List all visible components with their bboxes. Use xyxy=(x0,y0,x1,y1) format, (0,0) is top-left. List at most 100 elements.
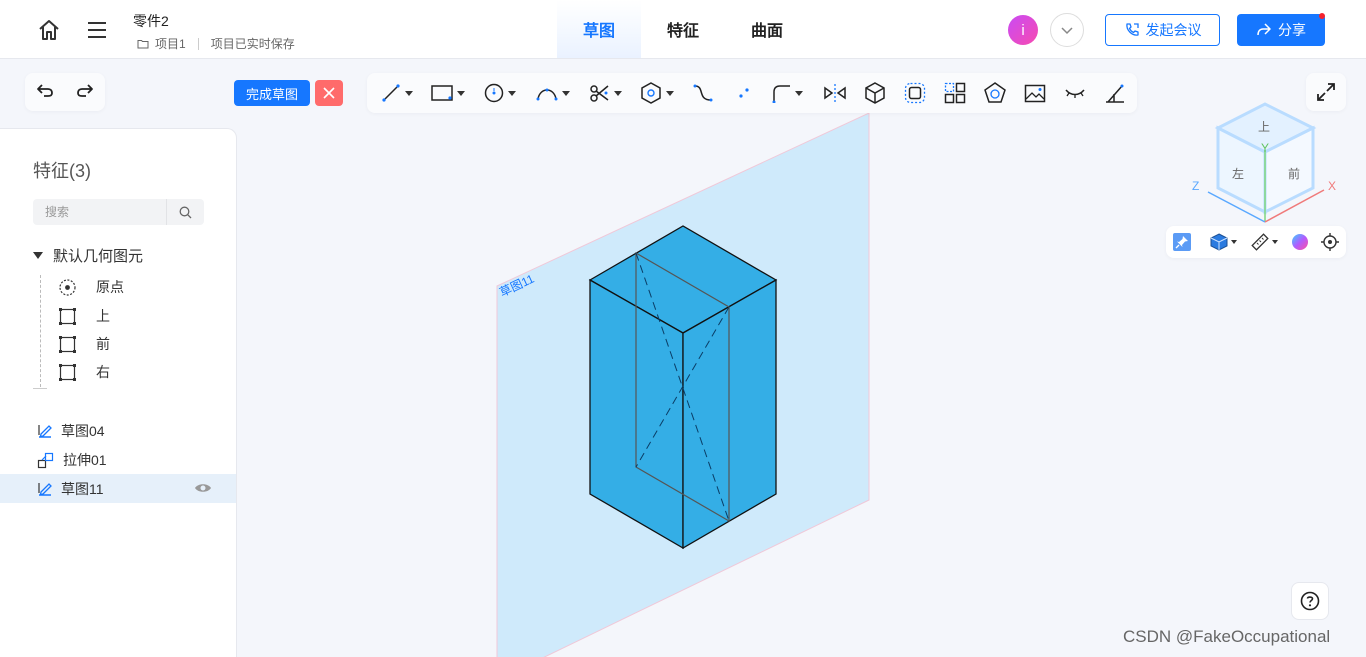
tree-node-default-geometry[interactable]: 默认几何图元 xyxy=(33,245,143,266)
feature-item-sketch04[interactable]: 草图04 xyxy=(0,416,236,445)
close-icon xyxy=(323,87,335,99)
help-button[interactable] xyxy=(1291,582,1329,620)
mirror-tool[interactable] xyxy=(823,81,847,105)
tree-item-right-plane[interactable]: 右 xyxy=(59,362,110,382)
shape-tool[interactable] xyxy=(984,81,1006,105)
line-tool-icon xyxy=(382,84,400,102)
arc-tool-icon xyxy=(536,88,558,101)
home-icon[interactable] xyxy=(36,17,62,43)
color-wheel-icon[interactable] xyxy=(1291,233,1309,256)
feature-tree-title: 特征(3) xyxy=(33,161,91,181)
image-tool[interactable] xyxy=(1024,81,1046,105)
chevron-down-icon xyxy=(1061,27,1073,35)
project-link[interactable]: 项目1 xyxy=(155,35,186,52)
history-panel xyxy=(25,73,105,111)
save-status: 项目已实时保存 xyxy=(210,37,295,51)
polygon-tool[interactable] xyxy=(640,81,674,105)
hide-tool[interactable] xyxy=(1064,81,1086,105)
tab-sketch[interactable]: 草图 xyxy=(557,0,641,58)
line-tool[interactable] xyxy=(381,81,413,105)
search-icon[interactable] xyxy=(166,199,204,225)
feature-search xyxy=(33,199,204,225)
avatar[interactable]: i xyxy=(1008,15,1038,45)
eye-icon[interactable] xyxy=(194,481,212,498)
menu-icon[interactable] xyxy=(84,17,110,43)
point-tool[interactable] xyxy=(736,81,752,105)
plane-icon xyxy=(59,335,76,353)
tree-guide-line xyxy=(40,275,41,387)
circle-tool[interactable] xyxy=(484,81,516,105)
start-meeting-button[interactable]: 发起会议 xyxy=(1105,14,1220,46)
expand-icon xyxy=(1317,83,1335,101)
eye-closed-icon xyxy=(1065,89,1085,98)
mirror-tool-icon xyxy=(824,84,846,102)
cube-tool[interactable] xyxy=(864,81,886,105)
pin-icon[interactable] xyxy=(1173,233,1191,256)
arc-tool[interactable] xyxy=(536,81,570,105)
tree-node-label: 默认几何图元 xyxy=(53,248,144,265)
view-cube-front-label: 前 xyxy=(1288,166,1300,181)
fillet-tool[interactable] xyxy=(771,81,803,105)
scene-canvas[interactable]: 草图11 上 左 前 X Y Z xyxy=(237,59,1366,657)
caret-down-icon[interactable] xyxy=(33,252,43,259)
tree-item-label: 右 xyxy=(96,364,110,380)
display-mode-dropdown[interactable] xyxy=(1210,233,1237,251)
image-tool-icon xyxy=(1024,84,1046,103)
cancel-sketch-button[interactable] xyxy=(315,80,343,106)
spline-tool[interactable] xyxy=(693,81,713,105)
rectangle-tool-icon xyxy=(431,85,453,101)
feature-tree-panel: 特征(3) 默认几何图元 原点 上 前 右 草图04 拉伸01 草图11 xyxy=(0,128,237,657)
constraint-tool-icon xyxy=(1106,84,1124,103)
document-subtitle: 项目1 项目已实时保存 xyxy=(137,35,295,52)
trim-tool-icon xyxy=(590,85,609,102)
constraint-tool[interactable] xyxy=(1104,81,1126,105)
app-header: 零件2 项目1 项目已实时保存 草图 特征 曲面 i 发起会议 分享 xyxy=(0,0,1366,59)
plane-icon xyxy=(59,307,76,325)
circle-tool-icon xyxy=(484,83,504,103)
sketch-icon xyxy=(38,424,52,438)
target-icon[interactable] xyxy=(1321,233,1339,256)
tree-item-origin[interactable]: 原点 xyxy=(59,277,124,297)
trim-tool[interactable] xyxy=(588,81,622,105)
search-input[interactable] xyxy=(33,199,166,225)
3d-viewport[interactable]: 草图11 上 左 前 X Y Z xyxy=(237,59,1366,657)
tree-guide-end xyxy=(33,388,47,389)
redo-icon[interactable] xyxy=(75,80,95,105)
feature-label: 草图04 xyxy=(61,422,105,439)
feature-item-sketch11[interactable]: 草图11 xyxy=(0,474,236,503)
feature-item-extrude01[interactable]: 拉伸01 xyxy=(0,445,236,474)
tree-item-front-plane[interactable]: 前 xyxy=(59,334,110,354)
pattern-tool[interactable] xyxy=(944,81,966,105)
view-cube[interactable]: 上 左 前 X Y Z xyxy=(1192,102,1336,223)
fillet-tool-icon xyxy=(772,85,790,103)
view-tools-panel xyxy=(1166,226,1346,258)
ruler-icon xyxy=(1251,233,1269,251)
mode-tabs: 草图 特征 曲面 xyxy=(557,0,809,58)
tab-feature[interactable]: 特征 xyxy=(641,0,725,58)
sketch-icon xyxy=(38,482,52,496)
sketch-toolbar xyxy=(367,73,1137,113)
share-button[interactable]: 分享 xyxy=(1237,14,1325,46)
document-title[interactable]: 零件2 xyxy=(133,11,169,31)
view-cube-left-label: 左 xyxy=(1232,166,1244,181)
axis-x-label: X xyxy=(1328,179,1336,193)
offset-tool[interactable] xyxy=(904,81,926,105)
watermark: CSDN @FakeOccupational xyxy=(1123,627,1331,646)
start-meeting-label: 发起会议 xyxy=(1145,22,1202,38)
feature-label: 拉伸01 xyxy=(63,451,107,468)
shape-tool-icon xyxy=(984,82,1006,103)
tree-item-label: 原点 xyxy=(96,279,124,295)
feature-label: 草图11 xyxy=(61,480,104,497)
point-tool-icon xyxy=(739,88,749,98)
rectangle-tool[interactable] xyxy=(431,81,465,105)
tree-item-top-plane[interactable]: 上 xyxy=(59,306,110,326)
measure-dropdown[interactable] xyxy=(1251,233,1278,251)
share-label: 分享 xyxy=(1278,22,1306,38)
finish-sketch-button[interactable]: 完成草图 xyxy=(234,80,310,106)
avatar-dropdown[interactable] xyxy=(1050,13,1084,47)
fullscreen-button[interactable] xyxy=(1306,73,1346,111)
polygon-tool-icon xyxy=(641,82,661,104)
view-cube-top-label: 上 xyxy=(1258,120,1270,134)
undo-icon[interactable] xyxy=(35,80,55,105)
tab-surface[interactable]: 曲面 xyxy=(725,0,809,58)
